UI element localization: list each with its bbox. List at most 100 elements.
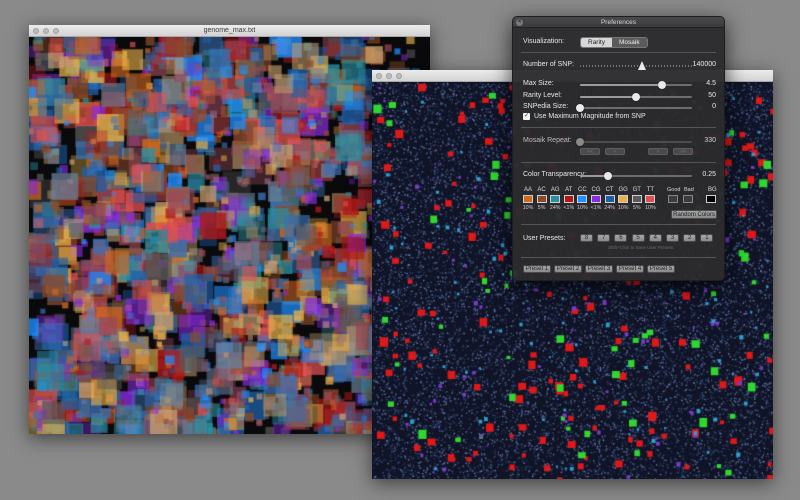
preset-5-button[interactable]: Preset 5 [647, 265, 675, 273]
preferences-title: Preferences [600, 19, 637, 26]
user-presets-hint: Shift+Click to Save User Presets [608, 245, 674, 250]
user-preset-4-button[interactable]: 4 [648, 234, 662, 242]
minimize-window-button[interactable] [386, 73, 392, 79]
rarity-level-value: 50 [708, 92, 716, 99]
genotype-percent: <1% [590, 205, 602, 211]
last-button[interactable]: >> [673, 148, 693, 155]
visualization-option-mosaik[interactable]: Mosaik [611, 38, 647, 47]
good-label: Good [667, 187, 681, 193]
slider-knob[interactable] [576, 138, 584, 146]
preset-4-button[interactable]: Preset 4 [616, 265, 644, 273]
genotype-color-swatch[interactable] [631, 195, 642, 203]
user-preset-3-button[interactable]: 3 [666, 234, 679, 242]
genotype-color-swatch[interactable] [591, 195, 601, 203]
genotype-label: CG [591, 187, 601, 193]
number-of-snp-slider[interactable] [580, 61, 692, 70]
snpedia-size-value: 0 [712, 103, 716, 110]
genotype-percent: 10% [617, 205, 629, 211]
genotype-color-swatch[interactable] [563, 195, 574, 203]
next-button[interactable]: > [648, 148, 668, 155]
preferences-panel: × Preferences Visualization: Rarity Mosa… [512, 16, 725, 281]
genotype-color-swatch[interactable] [550, 195, 561, 203]
preset-3-button[interactable]: Preset 3 [585, 265, 613, 273]
slider-knob[interactable] [657, 81, 666, 89]
slider-knob[interactable] [604, 172, 612, 180]
color-transparency-slider[interactable] [580, 172, 692, 180]
bad-color-swatch[interactable] [683, 195, 693, 203]
genotype-label: AT [565, 187, 573, 193]
preset-2-button[interactable]: Preset 2 [554, 265, 582, 273]
use-max-magnitude-label: Use Maximum Magnitude from SNP [534, 113, 646, 120]
close-window-button[interactable] [376, 73, 382, 79]
zoom-window-button[interactable] [396, 73, 402, 79]
random-colors-button[interactable]: Random Colors [671, 210, 717, 219]
good-color-swatch[interactable] [668, 195, 678, 203]
snpedia-size-label: SNPedia Size: [523, 103, 569, 110]
genotype-color-swatch[interactable] [604, 195, 615, 203]
bg-label: BG [708, 187, 717, 193]
use-max-magnitude-checkbox[interactable]: ✓ [523, 113, 530, 120]
max-size-label: Max Size: [523, 80, 554, 87]
snpedia-size-slider[interactable] [576, 104, 692, 112]
slider-fill [580, 96, 636, 98]
color-transparency-value: 0.25 [702, 171, 716, 178]
genotype-label: AA [523, 187, 532, 193]
user-preset-2-button[interactable]: 2 [683, 234, 697, 242]
divider [521, 257, 716, 258]
slider-fill [580, 84, 662, 86]
genotype-label: AC [537, 187, 546, 193]
genotype-percent: <1% [563, 205, 575, 211]
window-titlebar[interactable]: genome_max.txt [29, 25, 430, 37]
genotype-color-swatch[interactable] [645, 195, 656, 203]
user-preset-5-button[interactable]: 5 [631, 234, 645, 242]
user-preset-8-button[interactable]: 8 [580, 234, 593, 242]
prev-button[interactable]: < [605, 148, 625, 155]
genotype-percent: 10% [645, 205, 656, 211]
max-size-slider[interactable] [580, 81, 692, 89]
visualization-toggle: Rarity Mosaik [580, 37, 648, 48]
genotype-label: AG [550, 187, 560, 193]
genome-window-left[interactable]: genome_max.txt [29, 25, 430, 434]
rarity-level-slider[interactable] [580, 93, 692, 101]
bg-color-swatch[interactable] [706, 195, 716, 203]
preset-1-button[interactable]: Preset 1 [523, 265, 551, 273]
genotype-color-swatch[interactable] [618, 195, 629, 203]
number-of-snp-label: Number of SNP: [523, 61, 574, 68]
slider-knob[interactable] [632, 93, 640, 101]
max-size-value: 4.5 [706, 80, 716, 87]
genotype-percent: 24% [604, 205, 615, 211]
user-presets-label: User Presets: [523, 235, 566, 242]
visualization-option-rarity[interactable]: Rarity [581, 38, 612, 47]
user-preset-6-button[interactable]: 6 [614, 234, 628, 242]
rarity-visualization-canvas[interactable] [29, 37, 430, 434]
bad-label: Bad [684, 187, 694, 193]
genotype-color-swatch[interactable] [523, 195, 533, 203]
genotype-percent: 5% [632, 205, 641, 211]
number-of-snp-value: 140000 [692, 61, 716, 68]
user-preset-1-button[interactable]: 1 [700, 234, 714, 242]
genotype-color-swatch[interactable] [577, 195, 588, 203]
preferences-titlebar[interactable]: × Preferences [513, 17, 724, 28]
first-button[interactable]: << [580, 148, 600, 155]
divider [521, 127, 716, 128]
genotype-percent: 5% [537, 205, 546, 211]
genotype-label: GT [632, 187, 641, 193]
close-icon[interactable]: × [516, 19, 523, 26]
divider [521, 162, 716, 163]
mosaik-repeat-slider[interactable] [576, 138, 692, 146]
window-title: genome_max.txt [203, 27, 256, 34]
mosaik-repeat-label: Mosaik Repeat: [523, 137, 572, 144]
slider-knob[interactable] [576, 104, 584, 112]
genotype-percent: 10% [522, 205, 534, 211]
genotype-percent: 24% [549, 205, 561, 211]
user-preset-7-button[interactable]: 7 [597, 234, 611, 242]
divider [521, 224, 716, 225]
visualization-label: Visualization: [523, 38, 565, 45]
slider-knob[interactable] [637, 61, 646, 70]
genotype-label: GG [618, 187, 628, 193]
color-transparency-label: Color Transparency: [523, 171, 587, 178]
genotype-percent: 10% [577, 205, 588, 211]
rarity-level-label: Rarity Level: [523, 92, 562, 99]
genotype-color-swatch[interactable] [536, 195, 547, 203]
divider [521, 52, 716, 53]
